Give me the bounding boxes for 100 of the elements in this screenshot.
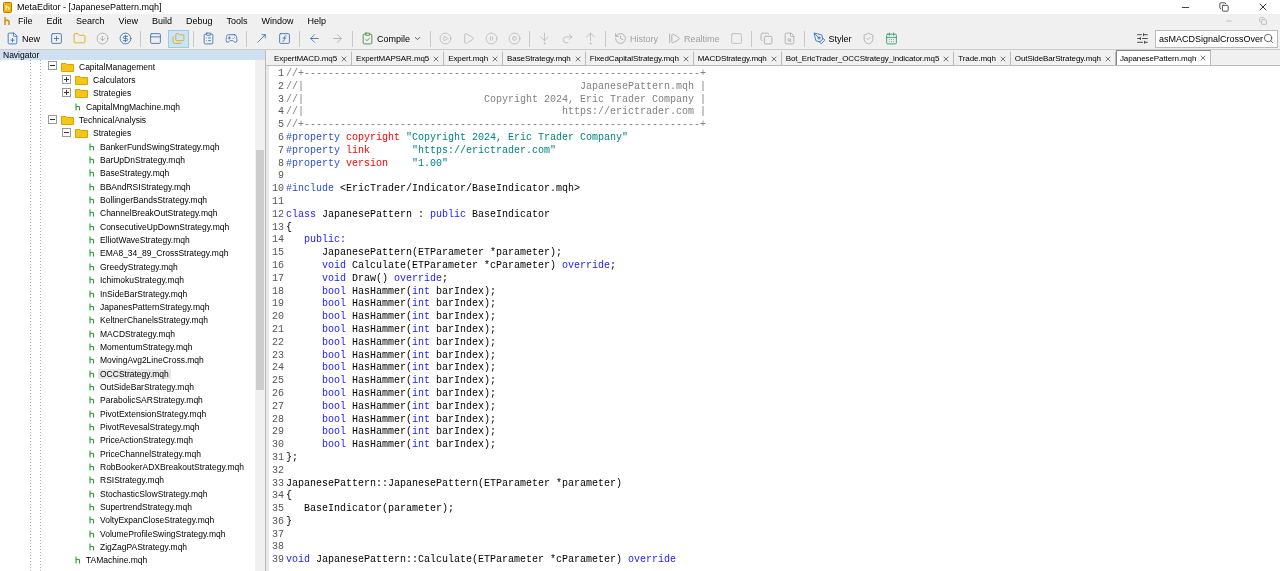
scrollbar[interactable] bbox=[255, 60, 265, 571]
close-icon bbox=[1257, 1, 1269, 13]
tree-item[interactable]: MACDStrategy.mqh bbox=[98, 328, 177, 339]
tree-item[interactable]: ZigZagPAStrategy.mqh bbox=[98, 542, 190, 553]
line-number: 24 bbox=[271, 362, 285, 376]
collapse-icon[interactable] bbox=[62, 127, 71, 137]
restore-icon bbox=[1219, 2, 1229, 12]
close-icon[interactable] bbox=[573, 54, 582, 63]
line-number: 35 bbox=[271, 503, 285, 516]
tree-item[interactable]: GreedyStrategy.mqh bbox=[98, 261, 180, 272]
tree-item[interactable]: PriceChannelStrategy.mqh bbox=[98, 448, 203, 459]
tree-item[interactable]: Strategies bbox=[91, 88, 134, 99]
close-icon[interactable] bbox=[340, 54, 349, 63]
tree-item[interactable]: PivotExtensionStrategy.mqh bbox=[98, 408, 209, 419]
toolbar-button[interactable]: Compile bbox=[357, 29, 427, 48]
tree-item[interactable]: BollingerBandsStrategy.mqh bbox=[98, 195, 210, 206]
tree-item[interactable]: PivotRevesalStrategy.mqh bbox=[98, 421, 202, 432]
code-line: void Calculate(ETParameter *cParameter) override; bbox=[321, 259, 617, 273]
tree-item[interactable]: Calculators bbox=[91, 75, 138, 85]
tree-item[interactable]: ParabolicSARStrategy.mqh bbox=[98, 395, 205, 406]
tree-item[interactable]: StochasticSlowStrategy.mqh bbox=[98, 488, 210, 499]
menu-item[interactable]: File bbox=[11, 16, 40, 26]
menu-item[interactable]: Window bbox=[254, 16, 301, 26]
file-icon bbox=[89, 422, 95, 431]
file-icon bbox=[89, 329, 95, 338]
tree-item[interactable]: JapanesPatternStrategy.mqh bbox=[98, 301, 212, 312]
tree-item[interactable]: TAMachine.mqh bbox=[84, 555, 150, 566]
tree-item[interactable]: BBAndRSIStrategy.mqh bbox=[98, 181, 193, 192]
tree-item[interactable]: SupertrendStrategy.mqh bbox=[98, 502, 194, 512]
line-number: 23 bbox=[271, 349, 285, 363]
close-icon[interactable] bbox=[998, 54, 1007, 63]
menu-item[interactable]: Tools bbox=[219, 16, 255, 26]
tree-item[interactable]: CapitalMngMachine.mqh bbox=[84, 101, 183, 112]
close-icon[interactable] bbox=[432, 54, 441, 63]
menu-item[interactable]: Help bbox=[300, 16, 333, 26]
line-number: 8 bbox=[277, 157, 285, 171]
line-number: 14 bbox=[271, 234, 285, 248]
calendar-icon bbox=[884, 32, 898, 45]
close-icon[interactable] bbox=[491, 54, 500, 63]
clipboard-icon bbox=[202, 32, 215, 45]
menu-item[interactable]: Build bbox=[144, 16, 179, 26]
toolbar-button[interactable]: New bbox=[2, 29, 44, 48]
tree-item[interactable]: OutSideBarStrategy.mqh bbox=[98, 381, 196, 392]
tree-item[interactable]: MovingAvg2LineCross.mqh bbox=[98, 355, 206, 366]
collapse-icon[interactable] bbox=[48, 61, 57, 71]
code-line: bool HasHammer(int barIndex); bbox=[321, 311, 497, 324]
tree-item[interactable]: TechnicalAnalysis bbox=[77, 115, 149, 126]
tree-item[interactable]: EMA8_34_89_CrossStrategy.mqh bbox=[98, 248, 231, 259]
tree-item[interactable]: ElliotWaveStrategy.mqh bbox=[98, 235, 192, 246]
code-line: class JapanesePattern : public BaseIndicator bbox=[286, 208, 551, 222]
line-number: 11 bbox=[271, 195, 285, 209]
expand-icon[interactable] bbox=[62, 87, 71, 97]
tree-item[interactable]: KeltnerChanelsStrategy.mqh bbox=[98, 315, 211, 326]
code-line: bool HasHammer(int barIndex); bbox=[321, 349, 497, 362]
line-number: 25 bbox=[271, 375, 285, 388]
toolbar-button[interactable]: Styler bbox=[808, 29, 856, 48]
tree-item[interactable]: IchimokuStrategy.mqh bbox=[98, 275, 186, 286]
expand-icon[interactable] bbox=[62, 74, 71, 84]
file-icon bbox=[89, 209, 95, 218]
line-number: 34 bbox=[271, 490, 285, 504]
code-line: JapanesePattern::JapanesePattern(ETParameter *parameter) bbox=[286, 477, 623, 490]
menu-item[interactable]: Search bbox=[69, 16, 112, 26]
file-tab[interactable]: JapanesePattern.mqh bbox=[1115, 50, 1212, 65]
close-icon[interactable] bbox=[942, 54, 951, 63]
line-number: 27 bbox=[271, 400, 285, 414]
search-field[interactable]: asMACDSignalCrossOver bbox=[1155, 29, 1278, 48]
close-icon[interactable] bbox=[769, 54, 778, 63]
tree-item[interactable]: OCCStrategy.mqh bbox=[98, 368, 171, 379]
close-icon[interactable] bbox=[681, 54, 690, 63]
tree-item[interactable]: VolumeProfileSwingStrategy.mqh bbox=[98, 528, 228, 539]
code-line: //+------------------------------------------------------------------+ bbox=[286, 68, 707, 81]
tree-item[interactable]: CapitalManagement bbox=[77, 61, 158, 72]
collapse-icon[interactable] bbox=[48, 114, 57, 124]
square-icon bbox=[729, 32, 743, 45]
tree-item[interactable]: VoltyExpanCloseStrategy.mqh bbox=[98, 515, 217, 526]
tree-item[interactable]: RSIStrategy.mqh bbox=[98, 475, 167, 486]
menu-item[interactable]: Edit bbox=[39, 16, 70, 26]
tree-item[interactable]: BankerFundSwingStrategy.mqh bbox=[98, 141, 222, 152]
tree-item[interactable]: MomentumStrategy.mqh bbox=[98, 341, 195, 352]
tree-item[interactable]: ChannelBreakOutStrategy.mqh bbox=[98, 208, 220, 219]
line-number: 17 bbox=[271, 272, 285, 286]
navigator-toggle-button[interactable] bbox=[168, 29, 189, 48]
close-icon[interactable] bbox=[1199, 54, 1208, 62]
dollar-icon bbox=[119, 32, 132, 45]
line-number: 33 bbox=[271, 477, 285, 491]
file-icon bbox=[89, 369, 95, 378]
tree-item[interactable]: InSideBarStrategy.mqh bbox=[98, 288, 190, 299]
tree-item[interactable]: BaseStrategy.mqh bbox=[98, 168, 172, 179]
tree-item[interactable]: PriceActionStrategy.mqh bbox=[98, 435, 195, 446]
menu-item[interactable]: Debug bbox=[178, 16, 220, 26]
folder-icon bbox=[75, 88, 88, 99]
tree-item[interactable]: Strategies bbox=[91, 128, 134, 139]
file-icon bbox=[75, 556, 81, 565]
code-line: bool HasHammer(int barIndex); bbox=[321, 439, 497, 452]
menu-item[interactable]: View bbox=[111, 16, 145, 26]
step-into-icon bbox=[538, 32, 552, 45]
close-icon[interactable] bbox=[1103, 54, 1112, 63]
tree-item[interactable]: RobBookerADXBreakoutStrategy.mqh bbox=[98, 462, 246, 472]
tree-item[interactable]: BarUpDnStrategy.mqh bbox=[98, 155, 187, 166]
tree-item[interactable]: ConsecutiveUpDownStrategy.mqh bbox=[98, 221, 232, 232]
